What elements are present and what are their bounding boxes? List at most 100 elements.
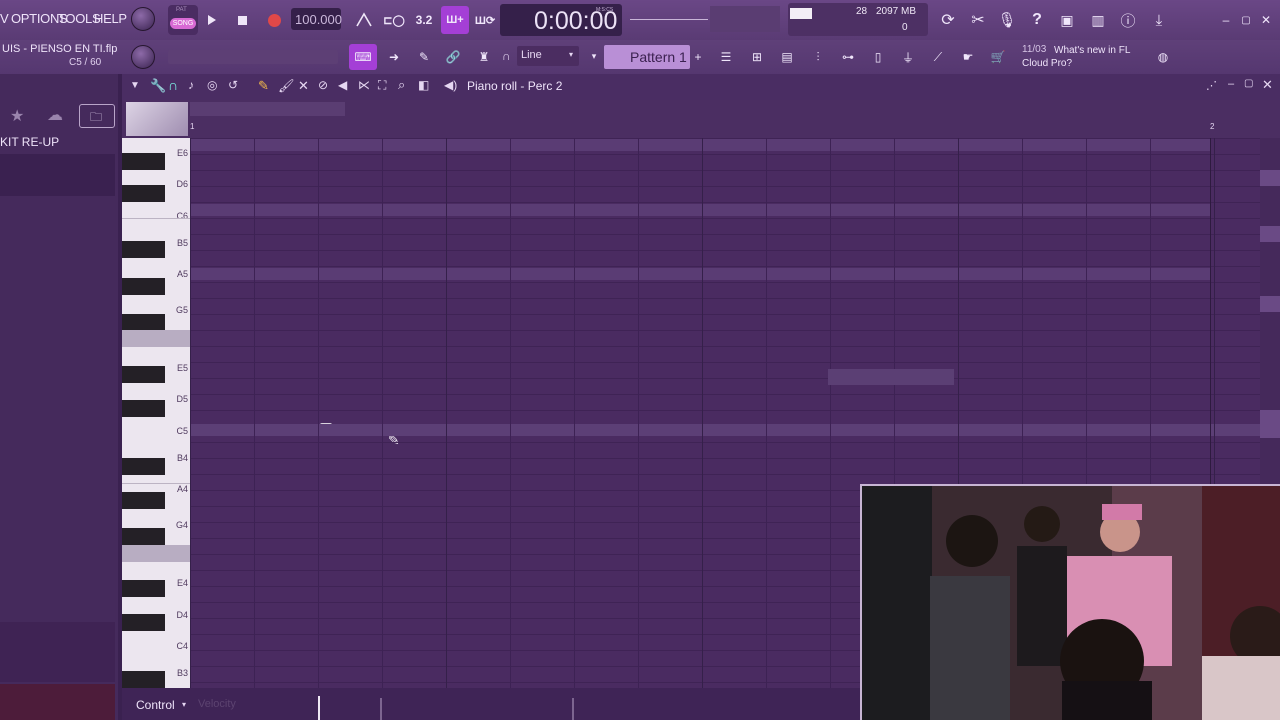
black-key[interactable] [122, 278, 165, 295]
loop-record-button[interactable]: Ш+ [441, 6, 469, 34]
menu-help[interactable]: HELP [94, 11, 127, 26]
wrench-icon[interactable]: 🔧 [150, 78, 166, 94]
step-button[interactable]: 3.2 [412, 8, 436, 32]
tempo-display[interactable]: 100.000 [291, 8, 342, 30]
browser-button[interactable]: ⊶ [836, 45, 860, 69]
time-display[interactable]: 0:00:00 M:S:CS [500, 4, 622, 36]
control-target[interactable]: Velocity [198, 698, 236, 710]
star-icon[interactable]: ★ [10, 106, 24, 126]
globe-button[interactable]: ◍ [1151, 45, 1175, 69]
news-text[interactable]: What's new in FL Cloud Pro? [1022, 44, 1140, 70]
arrow-button[interactable]: ➜ [382, 45, 406, 69]
maximize-icon[interactable]: ▢ [1244, 78, 1253, 89]
magnet-icon[interactable]: ∩ [168, 77, 178, 93]
record-button[interactable] [262, 8, 286, 32]
delete-icon[interactable]: ✕ [298, 78, 309, 94]
menu-arrow-icon[interactable]: ▼ [130, 80, 140, 91]
info-button[interactable]: ⓘ [1116, 8, 1140, 32]
slip-icon[interactable]: ◀ [338, 78, 347, 92]
channel-rack-button[interactable]: ⊞ [745, 45, 769, 69]
wait-input-button[interactable]: ⊏◯ [382, 8, 406, 32]
blend-notes-button[interactable]: Ш⟳ [473, 8, 497, 32]
note-icon[interactable]: ♪ [188, 78, 194, 92]
pencil-icon[interactable]: ✎ [258, 78, 269, 94]
close-button[interactable]: ✕ [1254, 8, 1278, 32]
draw-button[interactable]: ✎ [412, 45, 436, 69]
velocity-bar[interactable] [572, 698, 574, 720]
minimize-icon[interactable]: – [1228, 78, 1234, 90]
horizontal-scrollbar[interactable] [190, 102, 345, 116]
loop-icon[interactable]: ↺ [228, 78, 238, 92]
black-key[interactable] [122, 400, 165, 417]
playback-icon[interactable]: ◧ [418, 78, 429, 92]
key-label: A4 [176, 484, 188, 494]
snap-select[interactable]: Line ▾ [517, 46, 579, 66]
audio-input-button[interactable]: 🎙 [995, 8, 1019, 32]
play-button[interactable] [200, 8, 224, 32]
close-icon[interactable]: ✕ [1262, 77, 1273, 93]
piano-roll-button[interactable]: ▤ [775, 45, 799, 69]
mute-icon[interactable]: ⊘ [318, 78, 328, 92]
zoom-corner[interactable] [126, 102, 188, 136]
browser-folder-item[interactable]: KIT RE-UP [0, 135, 59, 149]
shop-button[interactable]: 🛒 [986, 45, 1010, 69]
chevron-down-icon: ▾ [591, 50, 597, 61]
stamp-button[interactable]: ♜ [472, 45, 496, 69]
master-pitch-slider[interactable] [168, 50, 338, 64]
chevron-down-icon[interactable]: ▾ [182, 700, 186, 709]
black-key[interactable] [122, 671, 165, 688]
cloud-icon[interactable]: ☁ [47, 105, 63, 125]
plugin-button[interactable]: ⏚ [896, 45, 920, 69]
velocity-bar[interactable] [380, 698, 382, 720]
black-key[interactable] [122, 614, 165, 631]
timeline-ruler[interactable]: 1 2 [122, 100, 1280, 138]
black-key[interactable] [122, 528, 165, 545]
playlist-button[interactable]: ☰ [714, 45, 738, 69]
tips-button[interactable]: ☛ [956, 45, 980, 69]
stop-button[interactable] [230, 8, 254, 32]
black-key[interactable] [122, 492, 165, 509]
pat-song-toggle[interactable]: PAT SONG [168, 5, 198, 35]
pattern-selector[interactable]: Pattern 1 [604, 45, 690, 69]
pattern-menu-button[interactable]: ▾ [586, 46, 602, 66]
black-key[interactable] [122, 153, 165, 170]
piano-roll-title[interactable]: Piano roll - Perc 2 [467, 79, 562, 93]
add-pattern-button[interactable]: + [690, 45, 706, 69]
download-button[interactable]: ⤓ [1147, 8, 1171, 32]
speaker-icon[interactable]: ◀) [444, 78, 457, 92]
velocity-bar[interactable] [318, 696, 320, 720]
undo-history-button[interactable]: ⟳ [936, 8, 960, 32]
link-button[interactable]: 🔗 [441, 45, 465, 69]
master-pitch-knob[interactable] [131, 45, 155, 69]
typing-keyboard-button[interactable]: ⌨ [349, 44, 377, 70]
target-icon[interactable]: ◎ [207, 78, 217, 92]
black-key[interactable] [122, 580, 165, 597]
control-label[interactable]: Control [136, 698, 175, 712]
render-button[interactable]: ▥ [1086, 8, 1110, 32]
project-button[interactable]: ▯ [866, 45, 890, 69]
cut-tool-button[interactable]: ✂ [966, 8, 990, 32]
wizard-button[interactable]: ⟋ [926, 45, 950, 69]
folder-button[interactable]: 🗀 [79, 104, 115, 128]
memory-value: 2097 MB [876, 6, 917, 17]
master-volume-knob[interactable] [131, 7, 155, 31]
menu-view[interactable]: V [0, 11, 9, 26]
black-key[interactable] [122, 241, 165, 258]
select-icon[interactable]: ⛶ [378, 78, 386, 93]
black-key[interactable] [122, 314, 165, 331]
save-button[interactable]: ▣ [1055, 8, 1079, 32]
detach-icon[interactable]: ⋰ [1206, 79, 1217, 92]
download-icon: ⤓ [1155, 11, 1163, 29]
save-icon: ▣ [1060, 11, 1074, 28]
black-key[interactable] [122, 185, 165, 202]
brush-icon[interactable]: 🖌 [278, 78, 295, 94]
key-label: B3 [176, 668, 188, 678]
black-key[interactable] [122, 458, 165, 475]
mixer-button[interactable]: ⫶ [806, 45, 830, 69]
metronome-button[interactable] [352, 8, 376, 32]
zoom-icon[interactable]: ⌕ [398, 77, 405, 93]
piano-keyboard[interactable]: E6D6C6B5A5G5F5E5D5C5B4A4G4F4E4D4C4B3 [122, 138, 190, 688]
black-key[interactable] [122, 366, 165, 383]
help-button[interactable]: ? [1025, 8, 1049, 32]
slice-icon[interactable]: ⋉ [358, 78, 370, 92]
